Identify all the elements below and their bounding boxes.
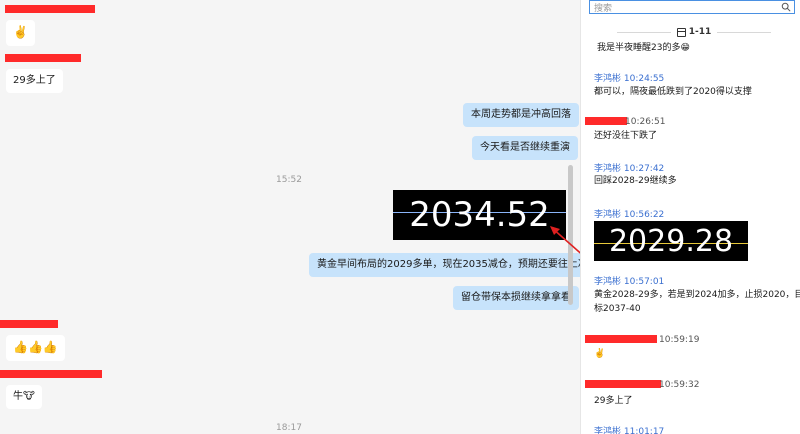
redacted-name <box>5 5 95 13</box>
message-text: 今天看是否继续重演 <box>480 142 570 153</box>
history-sender: 10:59:19 <box>659 335 700 345</box>
message-bubble[interactable]: 牛🐮 <box>6 385 42 409</box>
history-message: 还好没往下跌了 <box>594 131 658 141</box>
history-message: 黄金2028-29多，若是到2024加多，止损2020，目 <box>594 290 800 300</box>
message-text: 留仓带保本损继续拿拿看 <box>461 292 571 303</box>
history-sender: 李鸿彬 10:56:22 <box>594 210 665 220</box>
calendar-icon <box>676 27 686 37</box>
price-value: 2029.28 <box>608 223 734 259</box>
redacted-name <box>585 117 627 125</box>
thumbs-up-emoji: 👍👍👍 <box>13 340 58 354</box>
message-bubble[interactable]: 29多上了 <box>6 69 63 93</box>
message-bubble[interactable]: 本周走势都是冲高回落 <box>463 103 579 127</box>
timestamp: 18:17 <box>276 423 302 433</box>
history-message: 29多上了 <box>594 396 633 406</box>
redacted-name <box>585 380 661 388</box>
history-sender: 李鸿彬 10:24:55 <box>594 74 665 84</box>
price-screenshot-image[interactable]: 2034.52 <box>393 190 566 240</box>
message-bubble[interactable]: 黄金早间布局的2029多单，现在2035减仓，预期还要往上冲 <box>309 253 580 277</box>
timestamp: 15:52 <box>276 175 302 185</box>
search-placeholder: 搜索 <box>594 3 613 14</box>
message-text: 牛🐮 <box>13 391 35 402</box>
date-divider[interactable]: 1-11 <box>611 26 777 38</box>
history-sender: 李鸿彬 11:01:17 <box>594 427 665 434</box>
price-screenshot-image[interactable]: 2029.28 <box>594 221 748 261</box>
redacted-name <box>0 320 58 328</box>
victory-hand-emoji: ✌️ <box>594 349 606 359</box>
history-sender: 10:59:32 <box>659 380 700 390</box>
history-sender: 李鸿彬 10:27:42 <box>594 164 665 174</box>
search-icon[interactable] <box>781 2 791 12</box>
redacted-name <box>5 54 81 62</box>
message-bubble[interactable]: 今天看是否继续重演 <box>472 136 578 160</box>
history-message: 都可以，隔夜最低跌到了2020得以支撑 <box>594 87 752 97</box>
history-message: 标2037-40 <box>594 304 641 314</box>
message-text: 本周走势都是冲高回落 <box>471 109 571 120</box>
message-bubble[interactable]: 👍👍👍 <box>6 335 65 361</box>
search-input[interactable]: 搜索 <box>589 0 795 14</box>
history-message: 我是半夜睡醒23的多😁 <box>597 43 690 53</box>
victory-hand-emoji: ✌️ <box>13 25 28 39</box>
redacted-name <box>585 335 657 343</box>
redacted-name <box>0 370 102 378</box>
history-message: 回踩2028-29继续多 <box>594 176 677 186</box>
divider-line <box>717 31 771 33</box>
message-bubble[interactable]: ✌️ <box>6 20 35 46</box>
history-sender: 10:26:51 <box>625 117 666 127</box>
chat-history-panel: 搜索 1-11 我是半夜睡醒23的多😁 李鸿彬 10:24:55 都可以，隔夜最… <box>580 0 800 434</box>
divider-line <box>617 31 671 33</box>
price-value: 2034.52 <box>409 195 550 235</box>
message-text: 黄金早间布局的2029多单，现在2035减仓，预期还要往上冲 <box>317 259 580 270</box>
message-bubble[interactable]: 留仓带保本损继续拿拿看 <box>453 286 579 310</box>
history-sender: 李鸿彬 10:57:01 <box>594 277 665 287</box>
date-label: 1-11 <box>688 27 712 37</box>
message-text: 29多上了 <box>13 75 56 86</box>
chat-panel: ✌️ 29多上了 本周走势都是冲高回落 今天看是否继续重演 15:52 2034… <box>0 0 580 434</box>
